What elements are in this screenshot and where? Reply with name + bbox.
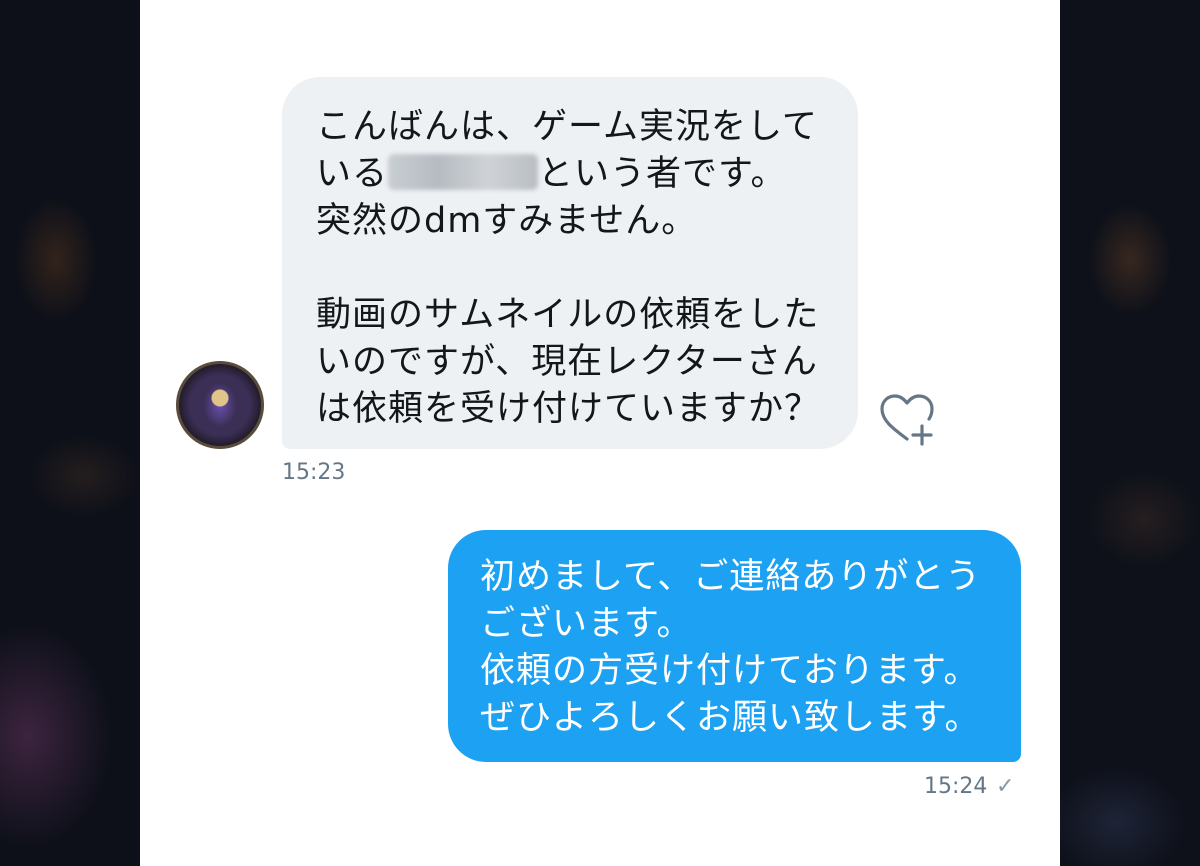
- outgoing-message-bubble[interactable]: 初めまして、ご連絡ありがとう ございます。 依頼の方受け付けております。 ぜひよ…: [448, 530, 1021, 762]
- heart-plus-icon[interactable]: [878, 392, 936, 448]
- outgoing-message-text: 初めまして、ご連絡ありがとう ございます。 依頼の方受け付けております。 ぜひよ…: [480, 557, 982, 738]
- redacted-sender-name: [388, 154, 539, 190]
- background-right: [1060, 0, 1200, 866]
- outgoing-message-timestamp: 15:24: [924, 774, 988, 799]
- checkmark-icon: ✓: [996, 774, 1015, 799]
- incoming-message-timestamp: 15:23: [282, 460, 346, 485]
- sender-avatar[interactable]: [176, 361, 264, 449]
- incoming-message-bubble[interactable]: こんばんは、ゲーム実況をして いる という者です。 突然のdmすみません。 動画の…: [282, 77, 858, 449]
- background-left: [0, 0, 140, 866]
- dm-conversation-panel: こんばんは、ゲーム実況をして いる という者です。 突然のdmすみません。 動画の…: [140, 0, 1060, 866]
- incoming-message-text-part2: という者です。 突然のdmすみません。 動画のサムネイルの依頼をした いのですが…: [316, 154, 821, 429]
